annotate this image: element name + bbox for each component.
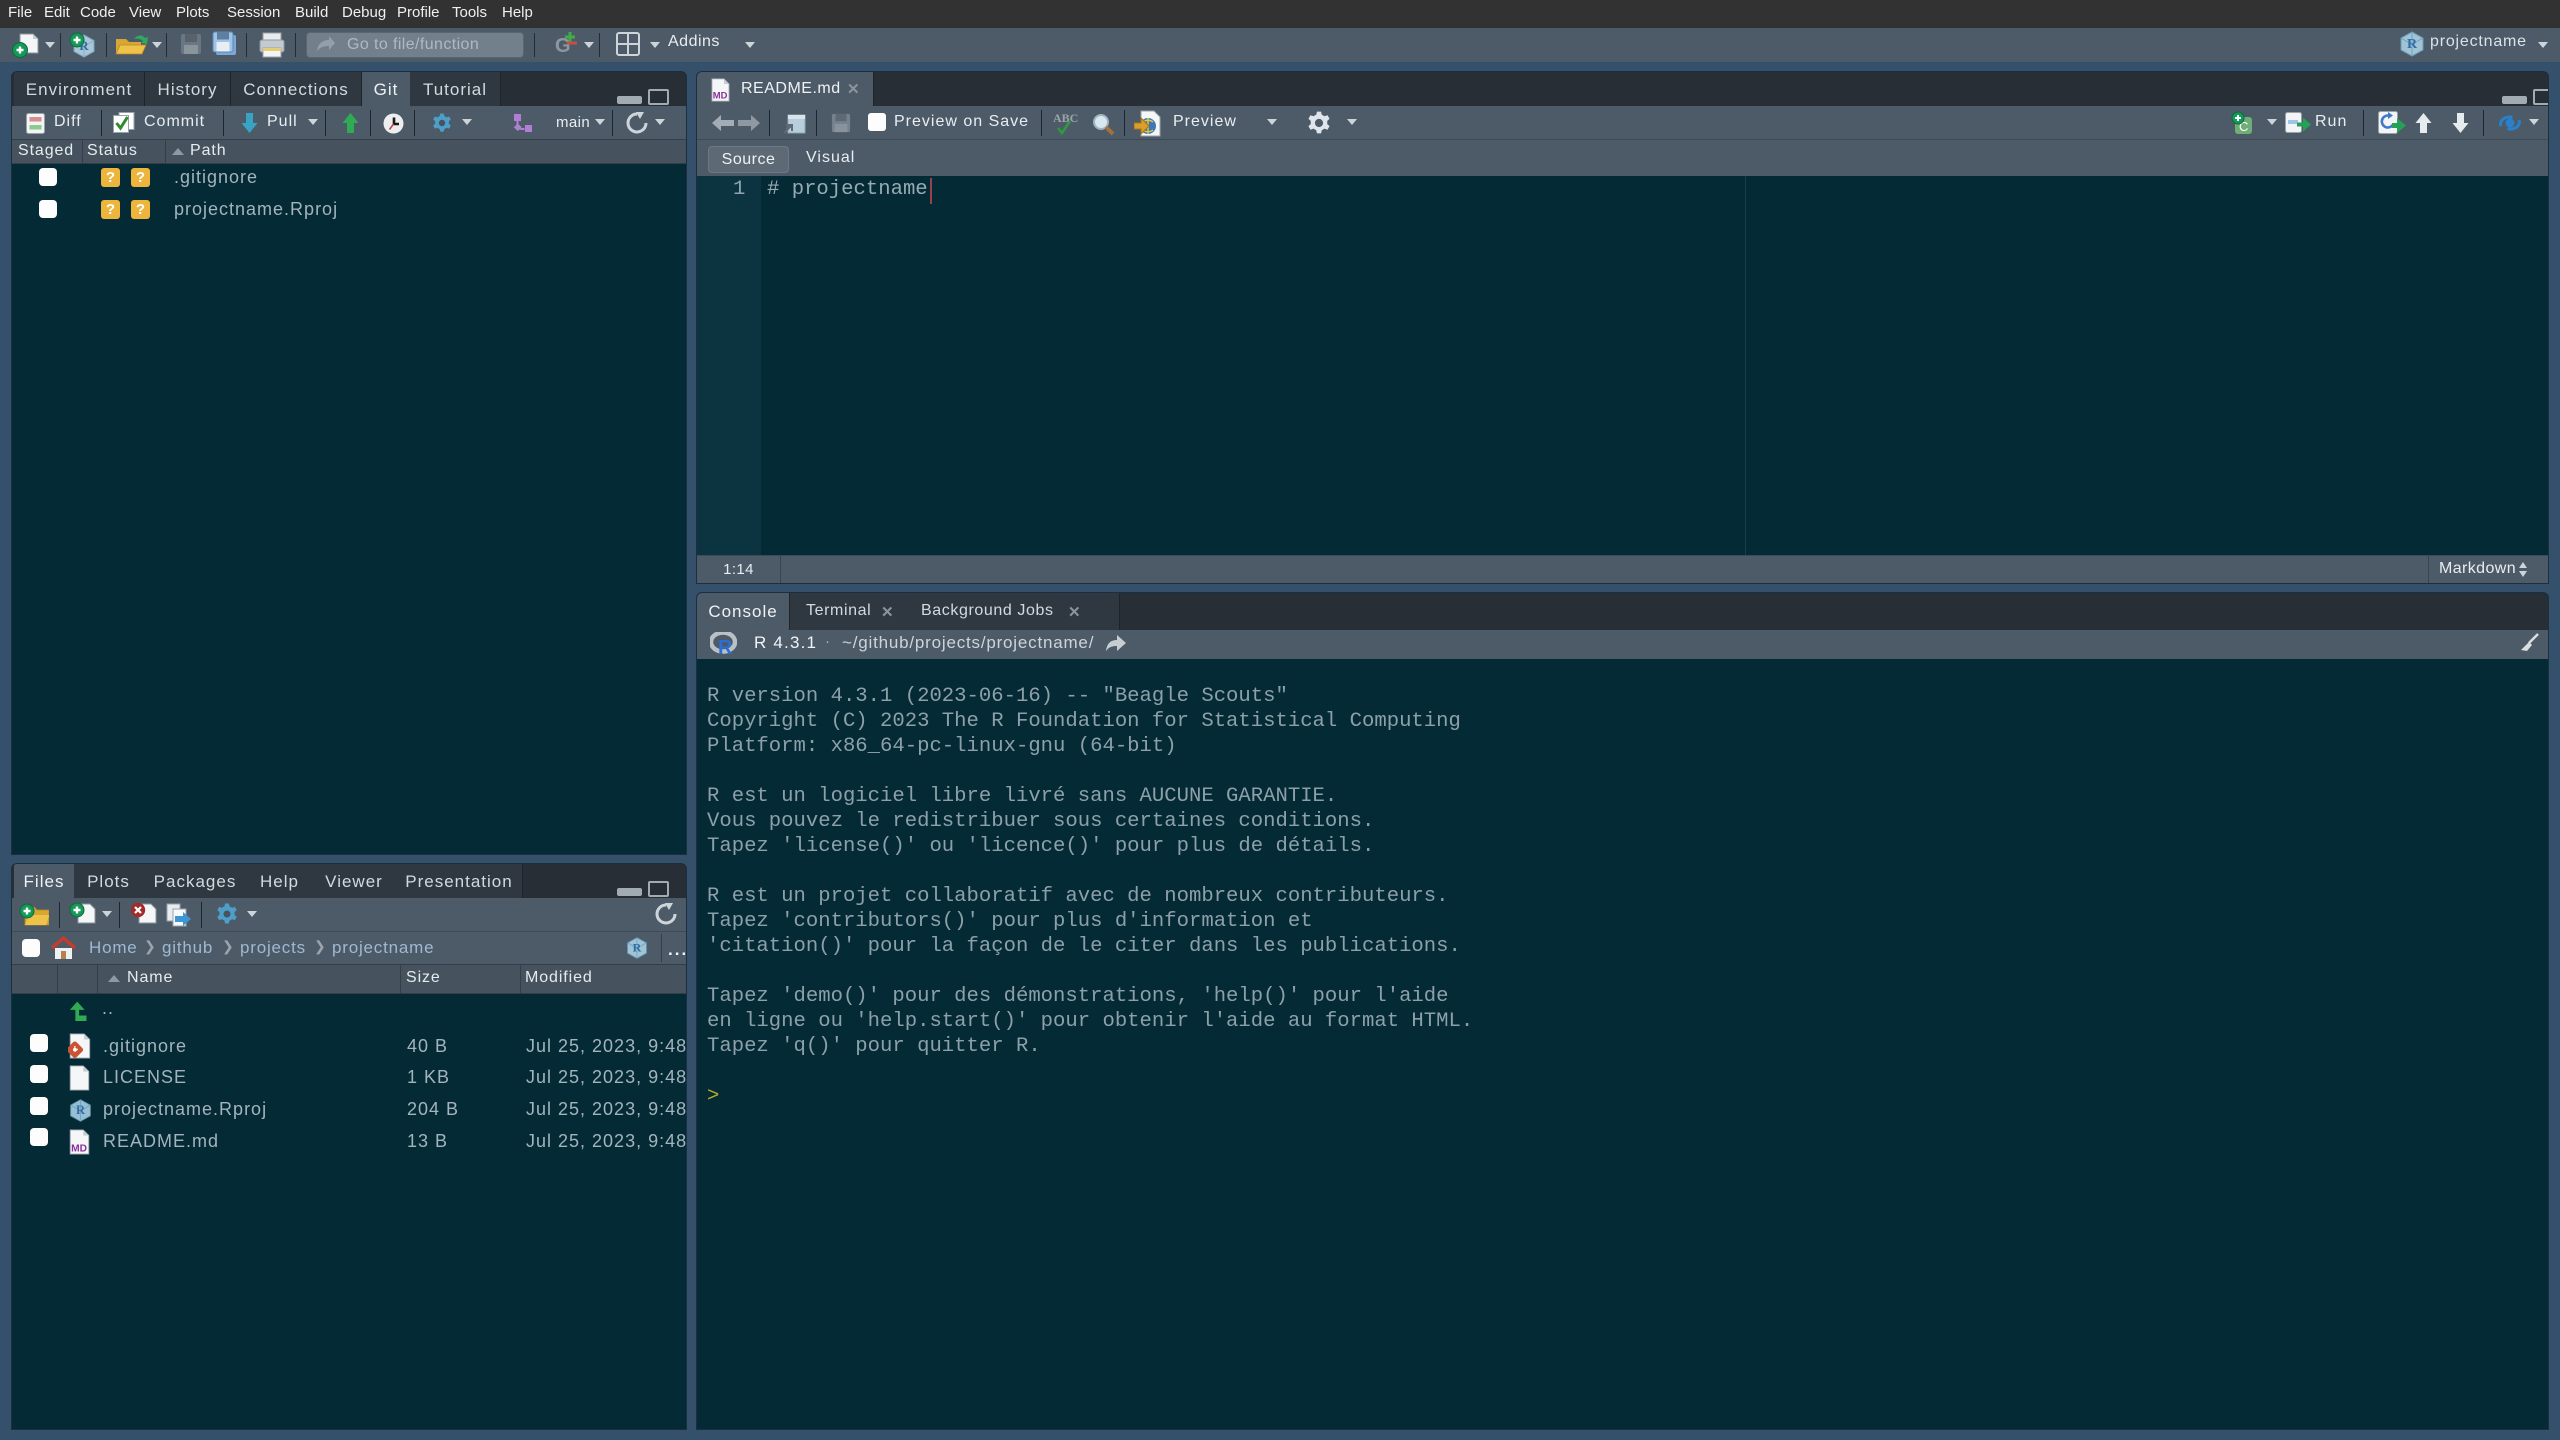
svg-text:ABC: ABC <box>1053 111 1078 125</box>
svg-text:R: R <box>633 940 642 954</box>
svg-text:R: R <box>76 1103 86 1117</box>
svg-text:R: R <box>718 637 733 656</box>
svg-text:MD: MD <box>71 1143 87 1154</box>
svg-text:MD: MD <box>713 90 728 101</box>
svg-text:R: R <box>2407 37 2418 52</box>
